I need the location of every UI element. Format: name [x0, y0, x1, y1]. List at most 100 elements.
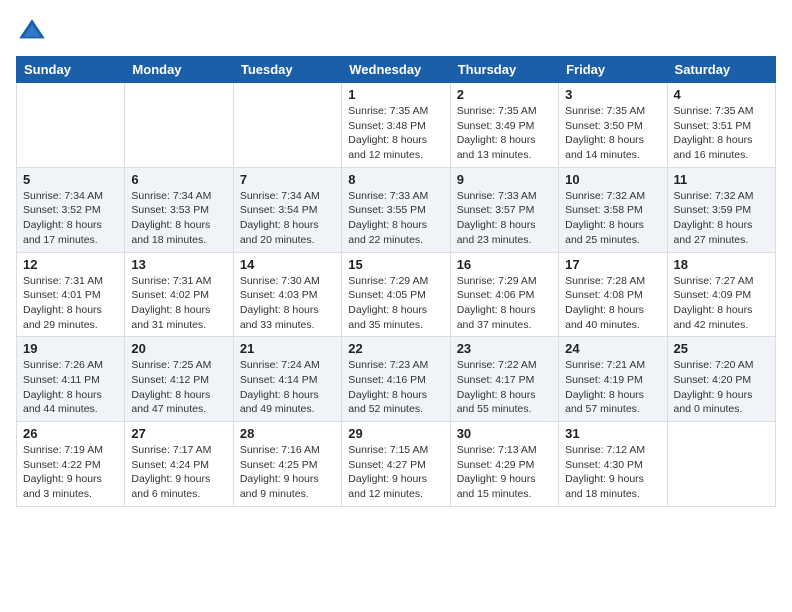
day-info: Sunrise: 7:21 AMSunset: 4:19 PMDaylight:… [565, 358, 660, 417]
day-cell: 22Sunrise: 7:23 AMSunset: 4:16 PMDayligh… [342, 337, 450, 422]
day-cell [125, 83, 233, 168]
week-row-4: 19Sunrise: 7:26 AMSunset: 4:11 PMDayligh… [17, 337, 776, 422]
day-number: 26 [23, 426, 118, 441]
day-cell [233, 83, 341, 168]
day-number: 3 [565, 87, 660, 102]
day-info: Sunrise: 7:15 AMSunset: 4:27 PMDaylight:… [348, 443, 443, 502]
header-sunday: Sunday [17, 57, 125, 83]
day-info: Sunrise: 7:13 AMSunset: 4:29 PMDaylight:… [457, 443, 552, 502]
day-number: 16 [457, 257, 552, 272]
day-info: Sunrise: 7:16 AMSunset: 4:25 PMDaylight:… [240, 443, 335, 502]
day-cell [17, 83, 125, 168]
header-saturday: Saturday [667, 57, 775, 83]
week-row-3: 12 Sunrise: 7:31 AMSunset: 4:01 PMDayligh… [17, 252, 776, 337]
calendar-header-row: SundayMondayTuesdayWednesdayThursdayFrid… [17, 57, 776, 83]
day-cell: 15 Sunrise: 7:29 AMSunset: 4:05 PMDayligh… [342, 252, 450, 337]
day-number: 30 [457, 426, 552, 441]
day-cell: 6Sunrise: 7:34 AMSunset: 3:53 PMDaylight… [125, 167, 233, 252]
day-info: Sunrise: 7:29 AMSunset: 4:05 PMDaylight:… [348, 274, 443, 333]
day-info: Sunrise: 7:34 AMSunset: 3:52 PMDaylight:… [23, 189, 118, 248]
header-monday: Monday [125, 57, 233, 83]
page-header [16, 16, 776, 48]
header-thursday: Thursday [450, 57, 558, 83]
day-info: Sunrise: 7:31 AMSunset: 4:02 PMDaylight:… [131, 274, 226, 333]
day-cell: 16Sunrise: 7:29 AMSunset: 4:06 PMDayligh… [450, 252, 558, 337]
day-cell: 23 Sunrise: 7:22 AMSunset: 4:17 PMDayligh… [450, 337, 558, 422]
day-info: Sunrise: 7:35 AMSunset: 3:50 PMDaylight:… [565, 104, 660, 163]
day-cell: 11 Sunrise: 7:32 AMSunset: 3:59 PMDayligh… [667, 167, 775, 252]
day-info: Sunrise: 7:30 AMSunset: 4:03 PMDaylight:… [240, 274, 335, 333]
day-info: Sunrise: 7:28 AMSunset: 4:08 PMDaylight:… [565, 274, 660, 333]
day-cell: 18Sunrise: 7:27 AMSunset: 4:09 PMDayligh… [667, 252, 775, 337]
day-number: 11 [674, 172, 769, 187]
day-number: 12 [23, 257, 118, 272]
day-number: 13 [131, 257, 226, 272]
day-number: 4 [674, 87, 769, 102]
day-info: Sunrise: 7:34 AMSunset: 3:54 PMDaylight:… [240, 189, 335, 248]
week-row-1: 1Sunrise: 7:35 AMSunset: 3:48 PMDaylight… [17, 83, 776, 168]
day-cell: 28 Sunrise: 7:16 AMSunset: 4:25 PMDayligh… [233, 422, 341, 507]
day-cell: 17 Sunrise: 7:28 AMSunset: 4:08 PMDayligh… [559, 252, 667, 337]
day-number: 1 [348, 87, 443, 102]
day-info: Sunrise: 7:19 AMSunset: 4:22 PMDaylight:… [23, 443, 118, 502]
day-cell [667, 422, 775, 507]
day-cell: 14 Sunrise: 7:30 AMSunset: 4:03 PMDayligh… [233, 252, 341, 337]
logo [16, 16, 52, 48]
day-number: 15 [348, 257, 443, 272]
day-cell: 20Sunrise: 7:25 AMSunset: 4:12 PMDayligh… [125, 337, 233, 422]
day-cell: 12 Sunrise: 7:31 AMSunset: 4:01 PMDayligh… [17, 252, 125, 337]
day-info: Sunrise: 7:33 AMSunset: 3:55 PMDaylight:… [348, 189, 443, 248]
day-number: 23 [457, 341, 552, 356]
day-cell: 5 Sunrise: 7:34 AMSunset: 3:52 PMDaylight… [17, 167, 125, 252]
day-cell: 31Sunrise: 7:12 AMSunset: 4:30 PMDayligh… [559, 422, 667, 507]
day-info: Sunrise: 7:32 AMSunset: 3:59 PMDaylight:… [674, 189, 769, 248]
day-number: 14 [240, 257, 335, 272]
day-info: Sunrise: 7:35 AMSunset: 3:51 PMDaylight:… [674, 104, 769, 163]
calendar-table: SundayMondayTuesdayWednesdayThursdayFrid… [16, 56, 776, 507]
day-info: Sunrise: 7:22 AMSunset: 4:17 PMDaylight:… [457, 358, 552, 417]
day-number: 5 [23, 172, 118, 187]
week-row-5: 26 Sunrise: 7:19 AMSunset: 4:22 PMDayligh… [17, 422, 776, 507]
day-info: Sunrise: 7:20 AMSunset: 4:20 PMDaylight:… [674, 358, 769, 417]
logo-icon [16, 16, 48, 48]
day-number: 21 [240, 341, 335, 356]
day-info: Sunrise: 7:26 AMSunset: 4:11 PMDaylight:… [23, 358, 118, 417]
day-cell: 21Sunrise: 7:24 AMSunset: 4:14 PMDayligh… [233, 337, 341, 422]
day-number: 29 [348, 426, 443, 441]
day-info: Sunrise: 7:33 AMSunset: 3:57 PMDaylight:… [457, 189, 552, 248]
day-cell: 30 Sunrise: 7:13 AMSunset: 4:29 PMDayligh… [450, 422, 558, 507]
day-number: 17 [565, 257, 660, 272]
day-number: 10 [565, 172, 660, 187]
day-cell: 2 Sunrise: 7:35 AMSunset: 3:49 PMDaylight… [450, 83, 558, 168]
day-cell: 4 Sunrise: 7:35 AMSunset: 3:51 PMDaylight… [667, 83, 775, 168]
day-cell: 24 Sunrise: 7:21 AMSunset: 4:19 PMDayligh… [559, 337, 667, 422]
week-row-2: 5 Sunrise: 7:34 AMSunset: 3:52 PMDaylight… [17, 167, 776, 252]
day-number: 7 [240, 172, 335, 187]
day-info: Sunrise: 7:35 AMSunset: 3:49 PMDaylight:… [457, 104, 552, 163]
day-cell: 29 Sunrise: 7:15 AMSunset: 4:27 PMDayligh… [342, 422, 450, 507]
header-friday: Friday [559, 57, 667, 83]
day-number: 9 [457, 172, 552, 187]
header-tuesday: Tuesday [233, 57, 341, 83]
day-cell: 7 Sunrise: 7:34 AMSunset: 3:54 PMDaylight… [233, 167, 341, 252]
day-number: 25 [674, 341, 769, 356]
day-info: Sunrise: 7:34 AMSunset: 3:53 PMDaylight:… [131, 189, 226, 248]
day-cell: 8Sunrise: 7:33 AMSunset: 3:55 PMDaylight… [342, 167, 450, 252]
day-info: Sunrise: 7:32 AMSunset: 3:58 PMDaylight:… [565, 189, 660, 248]
day-info: Sunrise: 7:31 AMSunset: 4:01 PMDaylight:… [23, 274, 118, 333]
day-cell: 26 Sunrise: 7:19 AMSunset: 4:22 PMDayligh… [17, 422, 125, 507]
day-cell: 19Sunrise: 7:26 AMSunset: 4:11 PMDayligh… [17, 337, 125, 422]
day-number: 28 [240, 426, 335, 441]
day-cell: 27 Sunrise: 7:17 AMSunset: 4:24 PMDayligh… [125, 422, 233, 507]
day-number: 24 [565, 341, 660, 356]
day-cell: 13 Sunrise: 7:31 AMSunset: 4:02 PMDayligh… [125, 252, 233, 337]
day-cell: 25 Sunrise: 7:20 AMSunset: 4:20 PMDayligh… [667, 337, 775, 422]
day-number: 20 [131, 341, 226, 356]
day-number: 22 [348, 341, 443, 356]
day-cell: 3 Sunrise: 7:35 AMSunset: 3:50 PMDaylight… [559, 83, 667, 168]
day-info: Sunrise: 7:12 AMSunset: 4:30 PMDaylight:… [565, 443, 660, 502]
header-wednesday: Wednesday [342, 57, 450, 83]
day-number: 2 [457, 87, 552, 102]
day-number: 27 [131, 426, 226, 441]
day-info: Sunrise: 7:17 AMSunset: 4:24 PMDaylight:… [131, 443, 226, 502]
